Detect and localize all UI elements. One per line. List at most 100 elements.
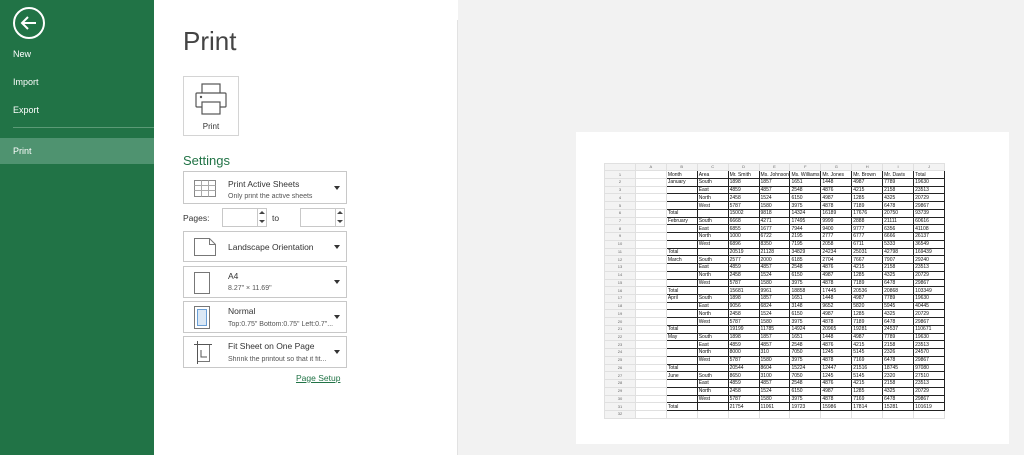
- sheet-row: 29 North 2458 1524 6150 4987 1285 4325 20729: [604, 386, 945, 396]
- sheet-cell: 2320: [882, 371, 915, 381]
- sheet-cell: South: [696, 177, 729, 187]
- sheet-cell: [696, 402, 729, 411]
- sheet-cell: 4859: [727, 185, 760, 195]
- sheet-cell: 1448: [820, 332, 853, 342]
- paper-size-dropdown[interactable]: A4 8.27" × 11.69": [183, 266, 347, 298]
- sheet-cell: 6356: [882, 224, 915, 234]
- sheet-cell: 23513: [913, 185, 945, 195]
- sheet-cell: 36549: [913, 239, 945, 249]
- sheet-cell: 9999: [820, 216, 853, 226]
- stepper-buttons[interactable]: [335, 209, 344, 226]
- sheet-cell: [696, 247, 729, 257]
- sheet-cell: March: [665, 255, 698, 265]
- sheet-cell: 4878: [820, 355, 853, 365]
- sheet-cell: North: [696, 386, 729, 396]
- sheet-row-number: 32: [604, 409, 636, 420]
- stepper-up-icon[interactable]: [259, 211, 265, 214]
- sheet-cell: 1285: [851, 193, 884, 203]
- sheet-cell: South: [696, 371, 729, 381]
- sheet-cell: 310: [758, 348, 791, 357]
- sheet-cell: Month: [665, 170, 698, 179]
- back-button[interactable]: [13, 7, 45, 39]
- sheet-cell: Ms. Williams: [789, 170, 822, 179]
- sheet-cell: 1448: [820, 177, 853, 187]
- margins-icon: [194, 306, 210, 329]
- print-button[interactable]: Print: [183, 76, 239, 136]
- sheet-cell: 6150: [789, 193, 822, 203]
- sheet-row-number: 10: [604, 239, 636, 249]
- stepper-down-icon[interactable]: [259, 220, 265, 223]
- scaling-subtitle: Shrink the printout so that it fit...: [228, 356, 327, 363]
- sheet-cell: 4987: [820, 309, 853, 319]
- sheet-row-number: 2: [604, 177, 636, 187]
- sheet-cell: 7195: [789, 239, 822, 249]
- sheet-cell: 23513: [913, 379, 945, 388]
- stepper-down-icon[interactable]: [337, 220, 343, 223]
- sheet-cell: 1857: [758, 293, 791, 303]
- sheet-cell: 4987: [820, 193, 853, 203]
- sheet-cell: 2577: [727, 255, 760, 265]
- sheet-row-number: 9: [604, 232, 636, 241]
- fit-to-page-icon: [194, 341, 212, 364]
- sheet-row: 16 Total 15681 9961 18858 17445 20536 20868 1033…: [604, 286, 945, 295]
- sheet-column-header: F: [789, 162, 822, 172]
- sheet-cell: 14924: [789, 324, 822, 334]
- sheet-cell: [665, 193, 698, 203]
- sheet-row: 2 January South 1898 1857 1651 1448 4987 7789 196…: [604, 177, 945, 187]
- sheet-cell: 7189: [851, 201, 884, 210]
- sheet-row: 23 East 4859 4857 2548 4876 4215 2158 23513: [604, 340, 945, 350]
- stepper-buttons[interactable]: [257, 209, 266, 226]
- sheet-cell: 11785: [758, 324, 791, 334]
- sheet-cell: 15224: [789, 363, 822, 373]
- sheet-row-number: 17: [604, 293, 636, 303]
- sheet-row: 22 May South 1898 1857 1651 1448 4987 7789 19630: [604, 332, 945, 342]
- sheet-column-header: C: [696, 162, 729, 172]
- sheet-row: 25 West 5787 1580 3975 4878 7169 6478 29867: [604, 355, 945, 365]
- sheet-row: 28 East 4859 4857 2548 4876 4215 2158 23513: [604, 379, 945, 388]
- pages-to-stepper[interactable]: [300, 208, 345, 227]
- orientation-dropdown[interactable]: Landscape Orientation: [183, 231, 347, 262]
- sheet-cell: Mr. Jones: [820, 170, 853, 179]
- sheet-row-number: 28: [604, 379, 636, 388]
- sidebar-item-export[interactable]: Export: [0, 97, 154, 123]
- sheet-row: 26 Total 20544 8604 15224 12447 21516 18745 9708…: [604, 363, 945, 373]
- sheet-row: 4 North 2458 1524 6150 4987 1285 4325 20729: [604, 193, 945, 203]
- sheet-row: 9 North 1000 6722 2195 2777 6777 6666 26137: [604, 232, 945, 241]
- sheet-cell: [665, 355, 698, 365]
- sheet-cell: Mr. Brown: [851, 170, 884, 179]
- sheet-cell: 19630: [913, 293, 945, 303]
- sheet-cell: 4876: [820, 379, 853, 388]
- sheet-cell: 18745: [882, 363, 915, 373]
- pages-from-stepper[interactable]: [222, 208, 267, 227]
- page-title: Print: [183, 26, 237, 56]
- sheet-cell: 1524: [758, 193, 791, 203]
- sheet-cell: 97080: [913, 363, 945, 373]
- sheet-row-number: 11: [604, 247, 636, 257]
- page-setup-link[interactable]: Page Setup: [296, 373, 340, 383]
- print-what-dropdown[interactable]: Print Active Sheets Only print the activ…: [183, 171, 347, 204]
- sheet-cell: Mr. Smith: [727, 170, 760, 179]
- sheet-cell: [696, 363, 729, 373]
- sheet-cell: 2704: [820, 255, 853, 265]
- sheet-row-number: 7: [604, 216, 636, 226]
- sheet-cell: 4987: [820, 386, 853, 396]
- sheet-cell: 5820: [851, 301, 884, 311]
- margins-dropdown[interactable]: Normal Top:0.75" Bottom:0.75" Left:0.7".…: [183, 301, 347, 333]
- scaling-dropdown[interactable]: Fit Sheet on One Page Shrink the printou…: [183, 336, 347, 368]
- sheet-cell: [696, 409, 729, 420]
- print-what-subtitle: Only print the active sheets: [228, 193, 313, 200]
- sheet-cell: 1651: [789, 332, 822, 342]
- stepper-up-icon[interactable]: [337, 211, 343, 214]
- sheet-cell: 4215: [851, 185, 884, 195]
- sidebar-item-import[interactable]: Import: [0, 69, 154, 95]
- chevron-down-icon: [334, 280, 340, 284]
- arrow-left-icon: [20, 16, 36, 30]
- sheet-row-number: 12: [604, 255, 636, 265]
- sheet-cell: 1245: [820, 371, 853, 381]
- sidebar-item-new[interactable]: New: [0, 41, 154, 67]
- sheet-cell: 1580: [758, 355, 791, 365]
- sheet-cell: [634, 394, 667, 404]
- sheet-cell: 19723: [789, 402, 822, 411]
- sidebar-item-print[interactable]: Print: [0, 138, 154, 164]
- sheet-cell: [665, 309, 698, 319]
